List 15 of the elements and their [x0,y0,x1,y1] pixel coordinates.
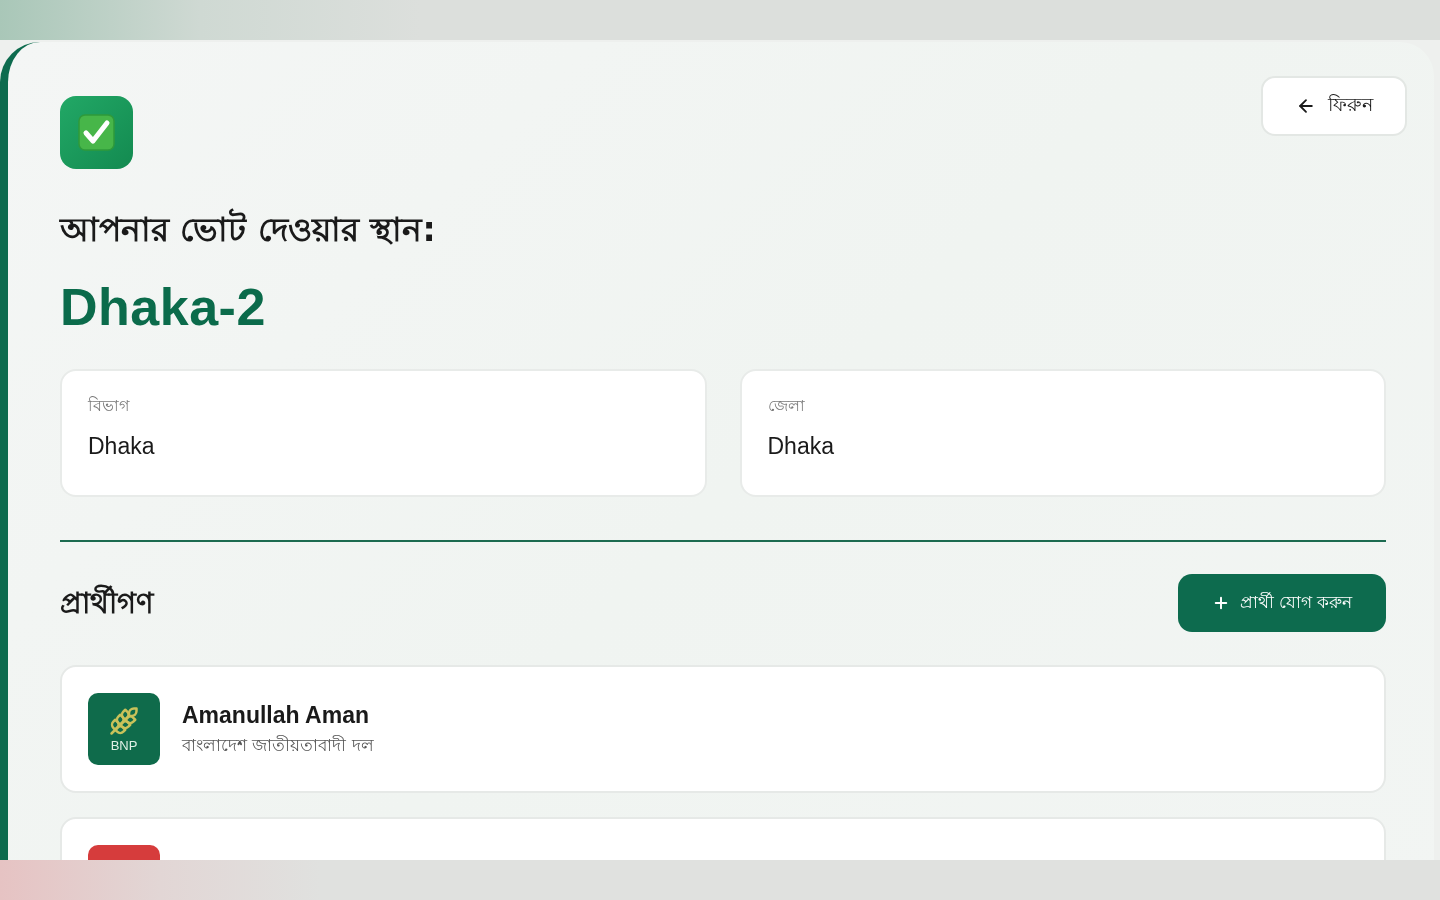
info-label: বিভাগ [88,395,129,417]
back-button[interactable]: ফিরুন [1261,76,1407,136]
wheat-icon [109,705,139,736]
section-heading: প্রার্থীগণ [60,583,154,622]
party-abbreviation: BNP [110,737,138,753]
candidate-card[interactable]: BNP Amanullah Aman বাংলাদেশ জাতীয়তাবাদী দল [60,665,1386,793]
candidate-name: Amanullah Aman [182,701,369,729]
page-heading: আপনার ভোট দেওয়ার স্থান: [60,208,437,251]
info-value: Dhaka [767,432,834,461]
constituency-name: Dhaka-2 [60,277,267,337]
check-icon [60,96,133,169]
party-name: বাংলাদেশ জাতীয়তাবাদী দল [182,734,374,757]
add-candidate-button[interactable]: প্রার্থী যোগ করুন [1178,574,1386,632]
info-label: জেলা [767,395,805,417]
info-value: Dhaka [88,432,155,461]
